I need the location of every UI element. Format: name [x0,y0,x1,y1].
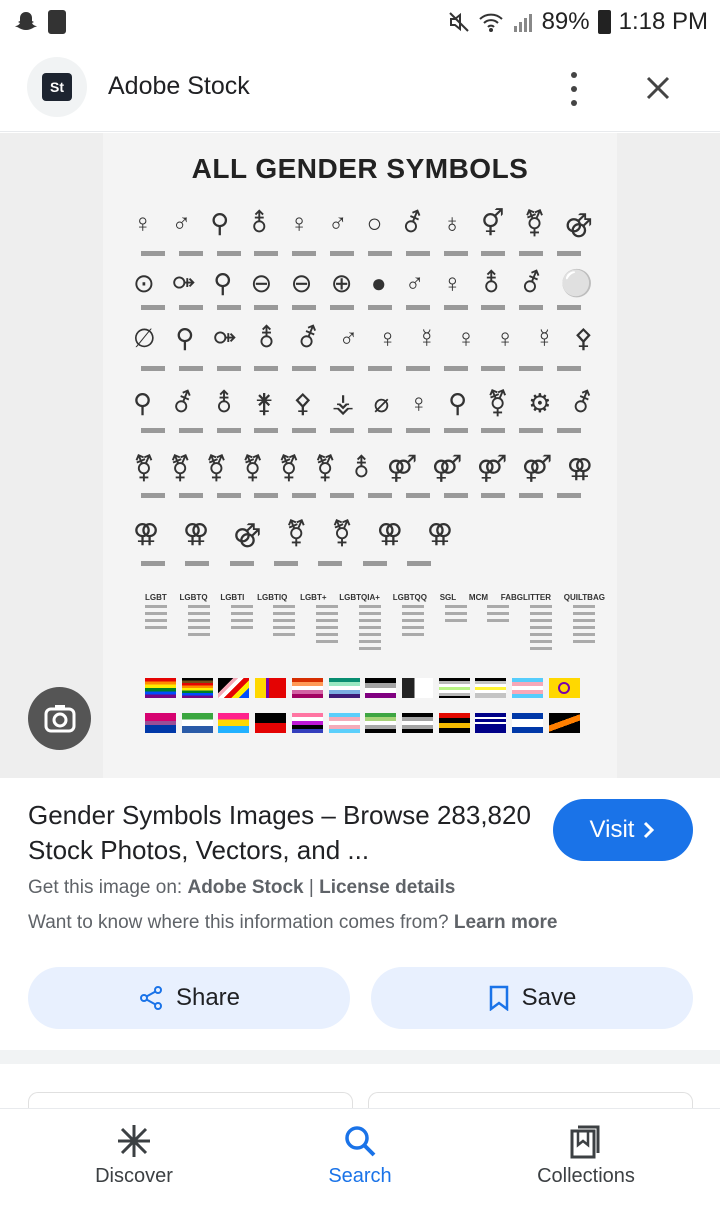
adobe-stock-logo: St [42,73,72,101]
poster-title: ALL GENDER SYMBOLS [191,153,529,184]
bottom-nav: Discover Search Collections [0,1108,720,1206]
snapchat-ghost-icon [15,12,37,30]
signal-icon [513,14,532,32]
pride-flags-row [145,678,580,698]
pride-flags-row-2 [145,713,580,733]
symbol-row: ♀ ♂ ⚲ ⚨ ♀ ♂ ○ ⚦ ♁ ⚥ ⚧ ⚣ [133,208,593,238]
collections-icon [570,1125,600,1159]
chevron-right-icon [644,821,655,839]
visit-label: Visit [589,816,635,843]
nav-collections[interactable]: Collections [486,1123,686,1188]
search-icon [345,1126,376,1157]
image-preview[interactable]: ALL GENDER SYMBOLS ♀ ♂ ⚲ ⚨ ♀ ♂ ○ ⚦ ♁ ⚥ ⚧ ⚣ ⊙ ⚩ ⚲ ⊖ ⊖ ⊕ ● ♂… [0,133,720,778]
acronym-descriptions [145,605,595,665]
label-row [141,251,581,256]
clock: 1:18 PM [618,8,708,35]
label-row [141,366,581,371]
label-row [141,305,581,310]
viewer-header: St Adobe Stock [0,44,720,132]
nav-search[interactable]: Search [260,1123,460,1188]
share-label: Share [175,984,241,1011]
learn-more-link[interactable]: Learn more [454,912,557,933]
site-name: Adobe Stock [108,72,250,100]
result-info: Gender Symbols Images – Browse 283,820 S… [0,778,720,1048]
asterisk-icon [118,1125,150,1157]
symbol-row: ⚲ ⚦ ⚨ ⚵ ⚴ ⚶ ⌀ ♀ ⚲ ⚧ ⚙ ⚦ [133,388,593,418]
battery-icon [597,10,611,34]
camera-lens-icon [44,704,75,732]
save-label: Save [521,984,577,1011]
bookmark-icon [489,985,508,1011]
sim-icon [48,10,66,34]
source-info: Want to know where this information come… [28,912,558,933]
symbol-row: ∅ ⚲ ⚩ ⚨ ⚦ ♂ ♀ ☿ ♀ ♀ ☿ ⚴ [133,323,593,353]
acronym-row: LGBT LGBTQ LGBTI LGBTIQ LGBT+ LGBTQIA+ LGBTQQ S… [145,593,605,602]
image-source: Get this image on: Adobe Stock | License… [28,877,456,898]
mute-icon [448,12,469,32]
share-button[interactable]: Share [28,967,350,1029]
section-divider [0,1050,720,1064]
visit-button[interactable]: Visit [553,799,693,861]
symbol-row: ⊙ ⚩ ⚲ ⊖ ⊖ ⊕ ● ♂ ♀ ⚨ ⚦ ⚪ [133,268,593,298]
more-options-icon[interactable] [560,72,588,106]
result-title[interactable]: Gender Symbols Images – Browse 283,820 S… [28,798,538,868]
share-icon [139,986,162,1010]
symbol-row: ⚢ ⚢ ⚣ ⚧ ⚧ ⚢ ⚢ [133,518,453,548]
label-row [141,493,581,498]
wifi-icon [478,13,503,32]
source-link[interactable]: Adobe Stock [187,877,303,898]
site-logo: St [27,57,87,117]
close-icon[interactable] [640,70,676,106]
status-bar: 89% 1:18 PM [0,0,720,44]
lens-button[interactable] [28,687,91,750]
license-link[interactable]: License details [319,877,455,898]
label-row [141,561,431,566]
symbol-row: ⚧ ⚧ ⚧ ⚧ ⚧ ⚧ ⚨ ⚤ ⚤ ⚤ ⚤ ⚢ [133,453,593,483]
battery-percent: 89% [541,8,590,35]
label-row [141,428,581,433]
poster-image: ALL GENDER SYMBOLS ♀ ♂ ⚲ ⚨ ♀ ♂ ○ ⚦ ♁ ⚥ ⚧ ⚣ ⊙ ⚩ ⚲ ⊖ ⊖ ⊕ ● ♂… [103,133,617,778]
nav-discover[interactable]: Discover [34,1123,234,1188]
save-button[interactable]: Save [371,967,693,1029]
